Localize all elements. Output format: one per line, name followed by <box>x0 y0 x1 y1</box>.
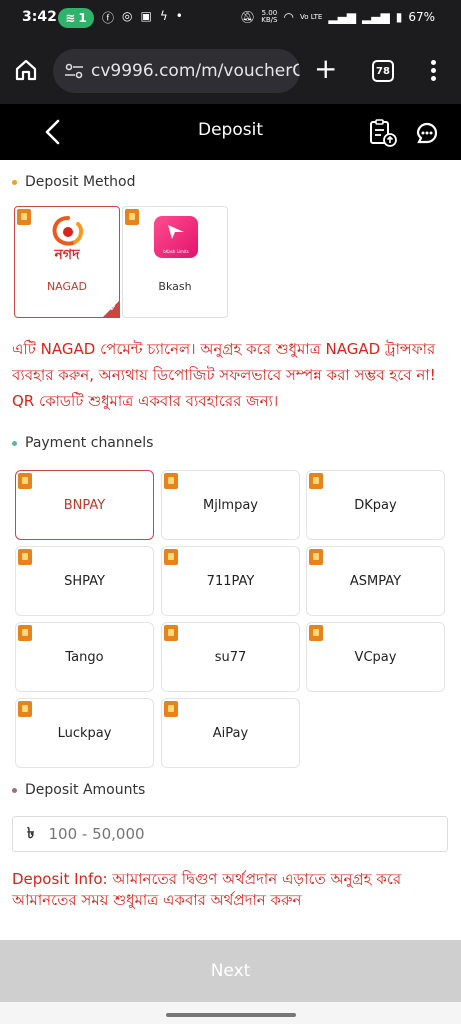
hot-tag-icon <box>18 473 32 489</box>
channel-711pay[interactable]: 711PAY <box>161 546 300 616</box>
system-icons: 🔕︎ 5.00 KB/S ◠ Vo LTE ▂▄▆ ▂▄▆ ▮ 67% <box>240 9 435 25</box>
browser-menu-icon[interactable] <box>431 60 437 84</box>
check-icon: ✓ <box>109 304 117 314</box>
mute-icon: 🔕︎ <box>240 10 256 24</box>
hot-tag-icon <box>164 549 178 565</box>
hot-tag-icon <box>164 473 178 489</box>
method-label: Bkash <box>158 280 192 293</box>
hot-tag-icon <box>17 209 31 225</box>
bkash-logo-text: bKash Limits <box>163 249 189 254</box>
hot-tag-icon <box>309 549 323 565</box>
facebook-icon: ⓕ <box>102 11 115 25</box>
site-settings-icon[interactable] <box>63 61 85 81</box>
url-bar[interactable]: cv9996.com/m/voucherC <box>53 49 300 93</box>
deposit-info-label: Deposit Info: <box>12 870 108 888</box>
hot-tag-icon <box>125 209 139 225</box>
method-label: NAGAD <box>46 280 88 293</box>
app-icon: ▣ <box>140 9 152 23</box>
new-tab-icon[interactable]: + <box>314 54 337 84</box>
home-gesture-handle[interactable] <box>166 1013 296 1017</box>
deposit-info: Deposit Info: আমানতের দ্বিগুণ অর্থপ্রদান… <box>12 869 452 911</box>
channel-asmpay[interactable]: ASMPAY <box>306 546 445 616</box>
channel-shpay[interactable]: SHPAY <box>15 546 154 616</box>
bkash-logo-icon: bKash Limits <box>154 216 198 258</box>
hotspot-icon: ≋ <box>65 11 76 25</box>
hot-tag-icon <box>164 701 178 717</box>
hot-tag-icon <box>309 473 323 489</box>
battery-level: 67% <box>408 10 435 24</box>
channel-tango[interactable]: Tango <box>15 622 154 692</box>
section-dot-icon <box>12 179 17 185</box>
deposit-method-heading: Deposit Method <box>12 174 135 190</box>
channel-aipay[interactable]: AiPay <box>161 698 300 768</box>
channel-luckpay[interactable]: Luckpay <box>15 698 154 768</box>
section-dot-icon <box>12 440 17 446</box>
notification-icons: ⓕ ◎ ▣ ϟ • <box>102 9 183 26</box>
support-chat-icon[interactable] <box>414 120 440 146</box>
hot-tag-icon <box>164 625 178 641</box>
channel-dkpay[interactable]: DKpay <box>306 470 445 540</box>
tab-switcher-button[interactable]: 78 <box>372 60 394 82</box>
method-nagad[interactable]: নগদ NAGAD ✓ <box>14 206 120 318</box>
hot-tag-icon <box>18 549 32 565</box>
amount-input[interactable] <box>48 825 369 843</box>
instagram-icon: ◎ <box>122 9 133 23</box>
section-dot-icon <box>12 787 17 793</box>
hot-tag-icon <box>18 701 32 717</box>
payment-channels-heading: Payment channels <box>12 435 153 451</box>
nagad-logo-text: নগদ <box>54 247 80 263</box>
method-bkash[interactable]: bKash Limits Bkash <box>122 206 228 318</box>
wifi-icon: ◠ <box>283 10 294 24</box>
deposit-record-icon[interactable] <box>368 118 398 148</box>
more-dot-icon: • <box>175 9 183 23</box>
hot-tag-icon <box>309 625 323 641</box>
bolt-icon: ϟ <box>159 9 168 23</box>
deposit-amounts-heading: Deposit Amounts <box>12 782 145 798</box>
browser-toolbar: cv9996.com/m/voucherC + 78 <box>0 36 461 104</box>
channel-su77[interactable]: su77 <box>161 622 300 692</box>
amount-field[interactable]: ৳ <box>12 816 448 852</box>
signal2-icon: ▂▄▆ <box>362 10 390 24</box>
network-speed: 5.00 KB/S <box>261 9 278 24</box>
app-header: Deposit <box>0 104 461 160</box>
url-text: cv9996.com/m/voucherC <box>91 61 300 81</box>
volte-label: Vo LTE <box>299 12 323 21</box>
channel-mjlmpay[interactable]: Mjlmpay <box>161 470 300 540</box>
channel-notice: এটি NAGAD পেমেন্ট চ্যানেল। অনুগ্রহ করে শ… <box>12 340 436 410</box>
hotspot-indicator: ≋ 1 <box>58 8 94 28</box>
currency-symbol: ৳ <box>27 823 35 842</box>
channel-vcpay[interactable]: VCpay <box>306 622 445 692</box>
home-icon[interactable] <box>14 58 38 82</box>
hot-tag-icon <box>18 625 32 641</box>
signal-icon: ▂▄▆ <box>328 10 357 24</box>
gesture-bar <box>0 1002 461 1024</box>
status-time: 3:42 <box>22 9 57 25</box>
status-bar: 3:42 ≋ 1 ⓕ ◎ ▣ ϟ • 🔕︎ 5.00 KB/S ◠ Vo LTE … <box>0 0 461 36</box>
deposit-form: Deposit Method নগদ NAGAD ✓ bKash Limits … <box>0 160 461 940</box>
battery-icon: ▮ <box>395 10 403 24</box>
channel-bnpay[interactable]: BNPAY <box>15 470 154 540</box>
next-button[interactable]: Next <box>0 940 461 1002</box>
